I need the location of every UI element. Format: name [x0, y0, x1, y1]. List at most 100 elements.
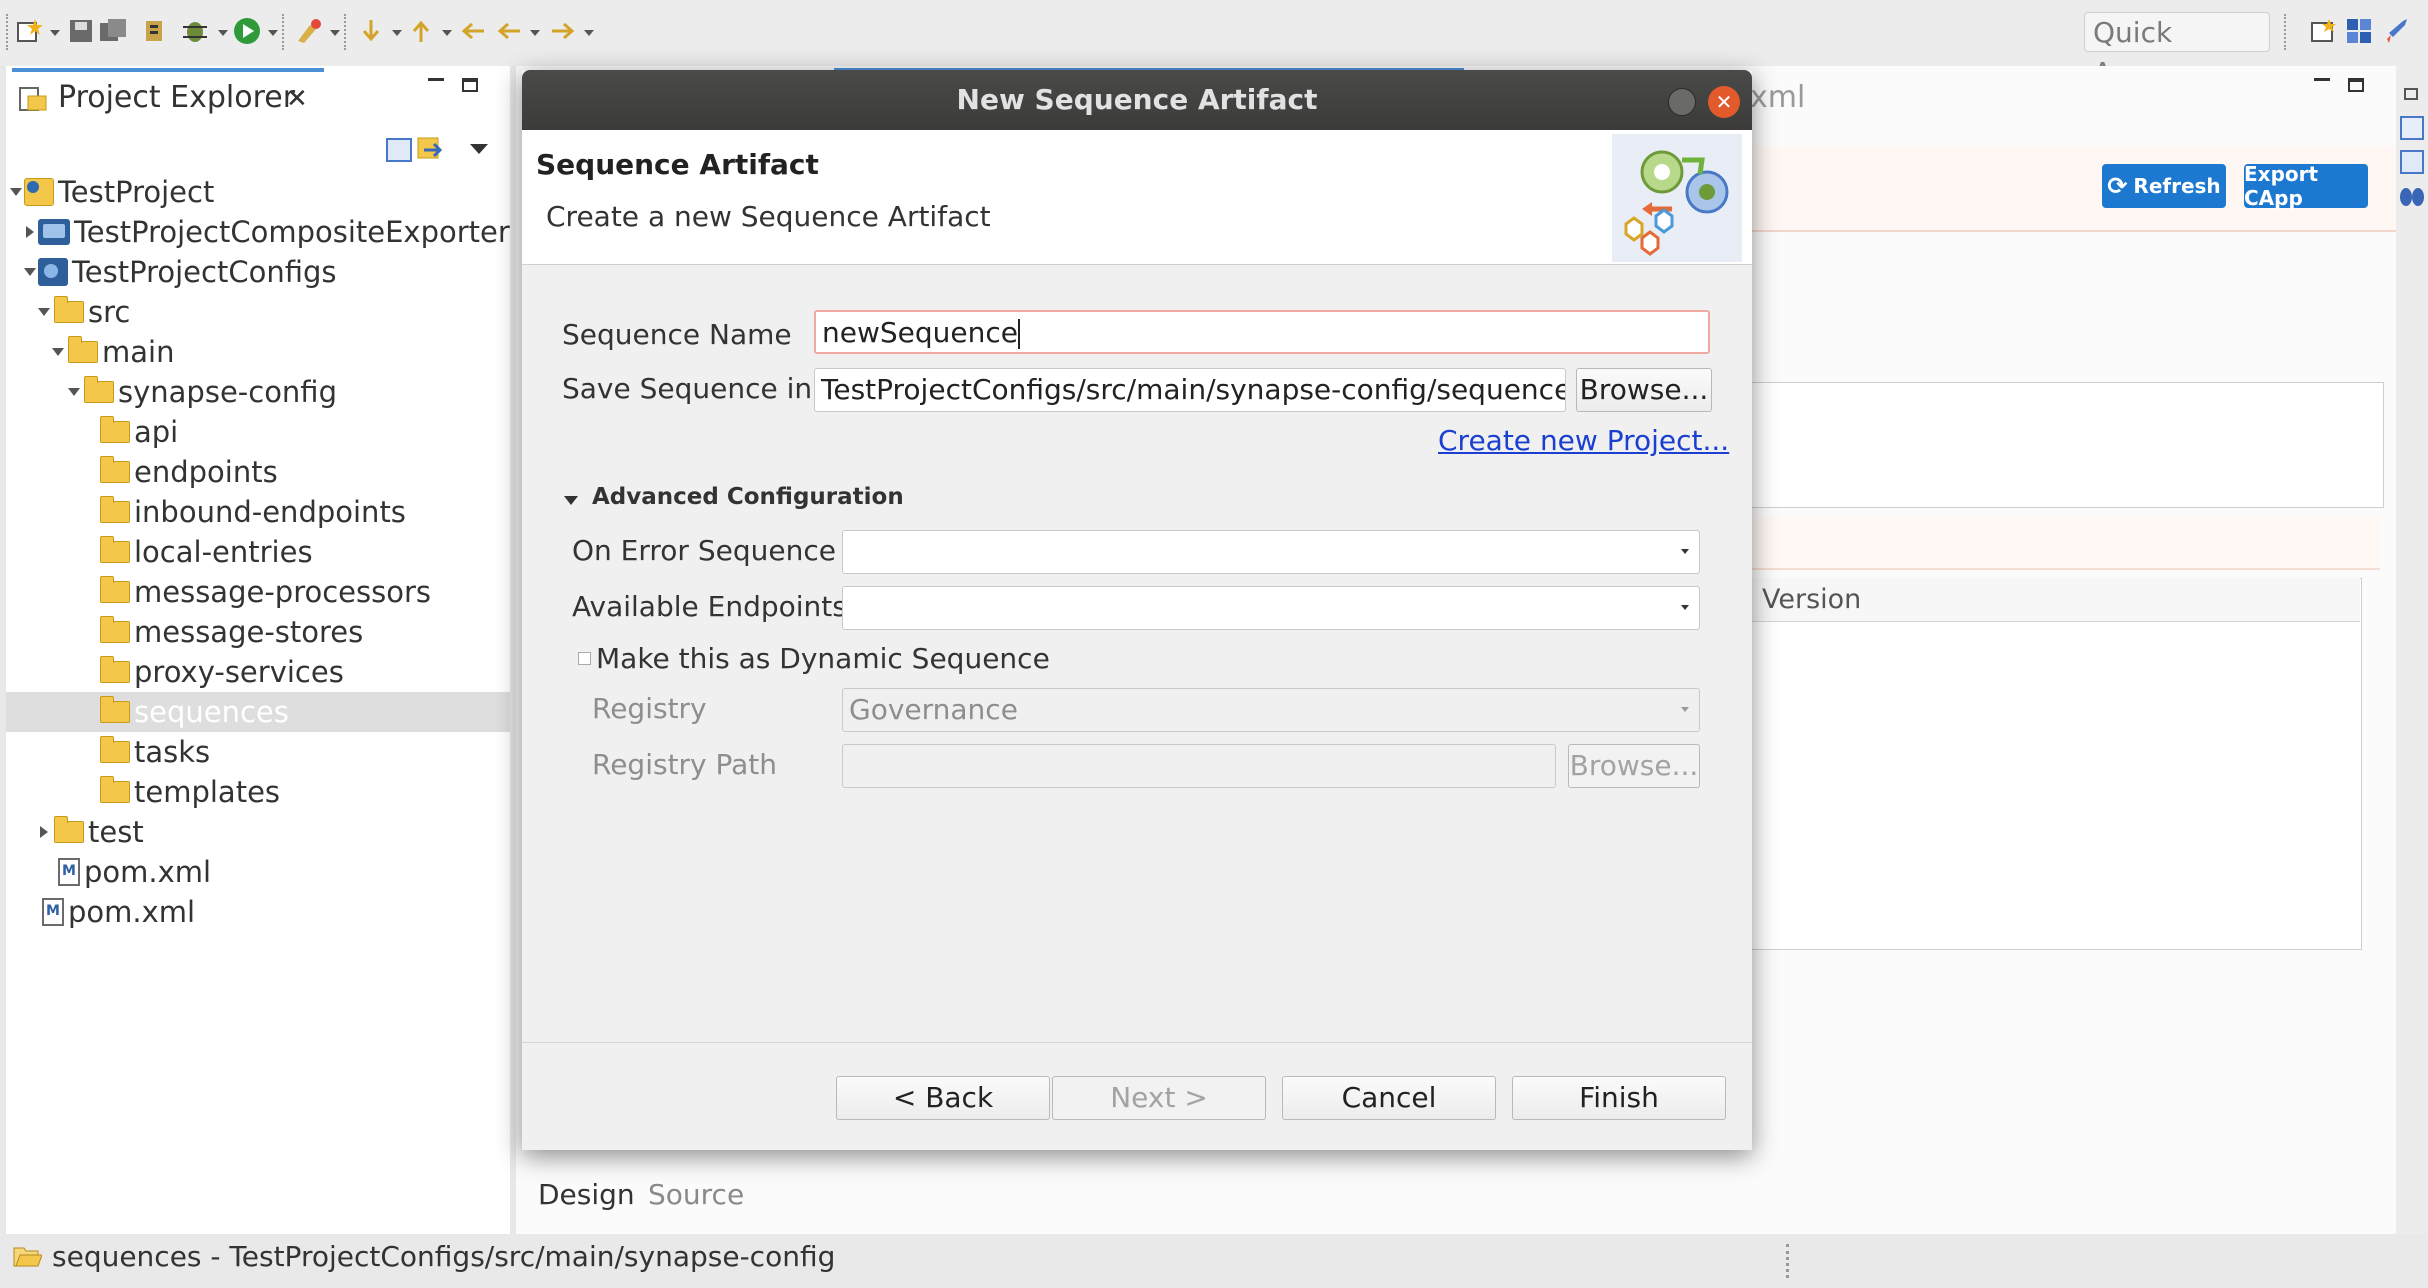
main-toolbar: Quick Access: [0, 0, 2428, 89]
registry-browse-button[interactable]: Browse...: [1568, 744, 1700, 788]
editor-minimize-icon[interactable]: [2314, 78, 2330, 81]
back-nav-icon[interactable]: [494, 16, 524, 46]
tree-item-message-stores[interactable]: message-stores: [6, 612, 510, 652]
on-error-sequence-select[interactable]: [842, 530, 1700, 574]
run-icon[interactable]: [232, 16, 262, 46]
cancel-button[interactable]: Cancel: [1282, 1076, 1496, 1120]
advanced-configuration-title[interactable]: Advanced Configuration: [592, 484, 904, 510]
tree-item-main[interactable]: main: [6, 332, 510, 372]
tree-item-label: pom.xml: [68, 895, 196, 929]
version-column-header[interactable]: Version: [1750, 578, 2360, 622]
sequence-name-value: newSequence: [822, 316, 1018, 349]
advanced-section-expand-icon[interactable]: [564, 496, 578, 505]
debug-icon[interactable]: [180, 16, 210, 46]
close-view-icon[interactable]: ✕: [286, 84, 308, 114]
next-button[interactable]: Next >: [1052, 1076, 1266, 1120]
tree-item-testprojectcompositeexporter[interactable]: TestProjectCompositeExporter: [6, 212, 510, 252]
debug-dropdown-arrow[interactable]: [218, 30, 228, 36]
tree-item-label: test: [88, 815, 144, 849]
finish-button[interactable]: Finish: [1512, 1076, 1726, 1120]
create-new-project-link[interactable]: Create new Project...: [1438, 424, 1729, 457]
tab-design[interactable]: Design: [538, 1178, 635, 1211]
external-tools-dropdown-arrow[interactable]: [330, 30, 340, 36]
collapse-all-icon[interactable]: [386, 138, 412, 162]
back-button[interactable]: < Back: [836, 1076, 1050, 1120]
open-perspective-icon[interactable]: [2308, 16, 2338, 46]
expand-arrow-icon[interactable]: [38, 308, 50, 316]
dashboard-section-strip: [1750, 516, 2380, 570]
tree-item-pom-xml-configs[interactable]: M pom.xml: [6, 852, 510, 892]
tree-item-sequences[interactable]: sequences: [6, 692, 510, 732]
close-icon[interactable]: ✕: [1708, 86, 1740, 118]
tree-item-testprojectconfigs[interactable]: TestProjectConfigs: [6, 252, 510, 292]
tree-item-testproject[interactable]: TestProject: [6, 172, 510, 212]
last-edit-location-icon[interactable]: [458, 16, 488, 46]
sequence-name-input[interactable]: newSequence: [814, 310, 1710, 354]
folder-icon: [100, 696, 130, 723]
save-icon[interactable]: [66, 16, 96, 46]
outline-view-icon[interactable]: [2398, 184, 2426, 210]
tree-item-inbound-endpoints[interactable]: inbound-endpoints: [6, 492, 510, 532]
forward-nav-icon[interactable]: [548, 16, 578, 46]
previous-annotation-icon[interactable]: [406, 16, 436, 46]
project-explorer-icon: [18, 84, 48, 118]
editor-tab-label[interactable]: xml: [1750, 80, 1805, 115]
tab-source[interactable]: Source: [648, 1178, 744, 1211]
previous-annotation-dropdown-arrow[interactable]: [442, 30, 452, 36]
expand-arrow-icon[interactable]: [24, 268, 36, 276]
dynamic-sequence-checkbox[interactable]: [578, 652, 591, 665]
external-tools-icon[interactable]: [294, 16, 324, 46]
view-menu-icon[interactable]: [470, 144, 488, 154]
build-icon[interactable]: [140, 16, 170, 46]
properties-view-icon[interactable]: [2400, 116, 2424, 140]
tree-item-endpoints[interactable]: endpoints: [6, 452, 510, 492]
tree-item-proxy-services[interactable]: proxy-services: [6, 652, 510, 692]
tree-item-templates[interactable]: templates: [6, 772, 510, 812]
next-annotation-dropdown-arrow[interactable]: [392, 30, 402, 36]
tree-item-tasks[interactable]: tasks: [6, 732, 510, 772]
link-with-editor-icon[interactable]: [416, 136, 446, 164]
registry-path-input[interactable]: [842, 744, 1556, 788]
new-wizard-icon[interactable]: [14, 16, 44, 46]
minimize-view-icon[interactable]: [428, 78, 444, 81]
integration-perspective-icon[interactable]: [2344, 16, 2374, 46]
expand-arrow-icon[interactable]: [52, 348, 64, 356]
maximize-view-icon[interactable]: [462, 78, 478, 92]
open-folder-icon: [12, 1244, 43, 1268]
export-capp-button[interactable]: Export CApp: [2244, 162, 2368, 210]
tree-item-message-processors[interactable]: message-processors: [6, 572, 510, 612]
tree-item-synapse-config[interactable]: synapse-config: [6, 372, 510, 412]
collapse-arrow-icon[interactable]: [26, 226, 34, 238]
expand-arrow-icon[interactable]: [10, 188, 22, 196]
collapse-arrow-icon[interactable]: [40, 826, 48, 838]
new-dropdown-arrow[interactable]: [50, 30, 60, 36]
expand-arrow-icon[interactable]: [68, 388, 80, 396]
browse-button[interactable]: Browse...: [1576, 368, 1712, 412]
restore-icon[interactable]: [2404, 88, 2418, 100]
status-text: sequences - TestProjectConfigs/src/main/…: [52, 1240, 836, 1273]
tree-item-label: local-entries: [134, 535, 313, 569]
project-explorer-title[interactable]: Project Explorer: [58, 80, 295, 115]
project-icon: [24, 178, 54, 206]
status-separator: [1786, 1244, 1791, 1278]
maximize-icon[interactable]: [1668, 88, 1696, 116]
editor-maximize-icon[interactable]: [2348, 78, 2364, 92]
dynamic-sequence-label[interactable]: Make this as Dynamic Sequence: [596, 642, 1050, 675]
forward-nav-dropdown-arrow[interactable]: [584, 30, 594, 36]
save-all-icon[interactable]: [98, 16, 128, 46]
rocket-perspective-icon[interactable]: [2380, 16, 2410, 46]
tree-item-test[interactable]: test: [6, 812, 510, 852]
tree-item-api[interactable]: api: [6, 412, 510, 452]
quick-access-input[interactable]: Quick Access: [2084, 12, 2270, 89]
tree-item-local-entries[interactable]: local-entries: [6, 532, 510, 572]
tree-item-src[interactable]: src: [6, 292, 510, 332]
console-view-icon[interactable]: [2400, 150, 2424, 174]
refresh-button[interactable]: ⟳ Refresh: [2102, 164, 2226, 208]
available-endpoints-select[interactable]: [842, 586, 1700, 630]
registry-select[interactable]: Governance: [842, 688, 1700, 732]
tree-item-pom-xml-project[interactable]: M pom.xml: [6, 892, 510, 932]
next-annotation-icon[interactable]: [356, 16, 386, 46]
run-dropdown-arrow[interactable]: [268, 30, 278, 36]
save-in-input[interactable]: TestProjectConfigs/src/main/synapse-conf…: [814, 368, 1566, 412]
back-nav-dropdown-arrow[interactable]: [530, 30, 540, 36]
